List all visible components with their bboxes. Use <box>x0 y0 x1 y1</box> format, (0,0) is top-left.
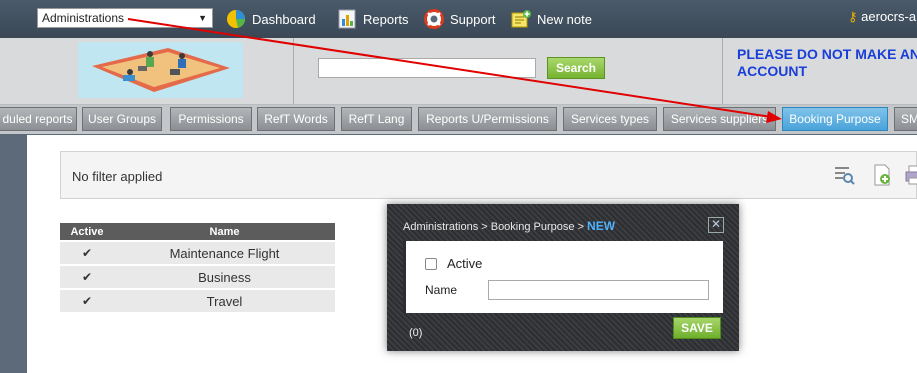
dialog-mode-label: NEW <box>587 219 616 233</box>
table-row[interactable]: ✔ Travel <box>60 290 335 312</box>
tab-booking-purpose[interactable]: Booking Purpose <box>782 107 888 131</box>
active-label: Active <box>447 256 483 271</box>
nav-new-note-label: New note <box>537 11 592 27</box>
active-check-icon: ✔ <box>60 242 114 264</box>
nav-support-label: Support <box>450 11 496 27</box>
dialog-breadcrumb: Administrations > Booking Purpose > NEW <box>403 219 615 233</box>
search-button[interactable]: Search <box>547 57 605 79</box>
filter-status: No filter applied <box>72 169 163 184</box>
user-key-icon: ⚷ <box>848 9 858 24</box>
tab-sm[interactable]: SM <box>894 107 917 131</box>
nav-reports[interactable]: Reports <box>337 8 409 30</box>
tab-reft-lang[interactable]: RefT Lang <box>341 107 412 131</box>
filter-bar: No filter applied <box>60 151 917 199</box>
new-booking-purpose-dialog: Administrations > Booking Purpose > NEW … <box>387 204 739 351</box>
column-header-active[interactable]: Active <box>60 223 114 240</box>
nav-reports-label: Reports <box>363 11 409 27</box>
dialog-form: Active Name <box>403 241 723 313</box>
user-menu[interactable]: ⚷ aerocrs-a <box>848 9 916 25</box>
nav-dashboard[interactable]: Dashboard <box>226 8 316 30</box>
table-row[interactable]: ✔ Maintenance Flight <box>60 242 335 264</box>
top-bar: Administrations ▼ Dashboard Reports Supp… <box>0 0 917 38</box>
close-icon[interactable]: ✕ <box>708 217 724 233</box>
table-row[interactable]: ✔ Business <box>60 266 335 288</box>
record-count: (0) <box>409 327 423 339</box>
nav-new-note[interactable]: New note <box>511 8 592 30</box>
logo-illustration <box>78 42 243 98</box>
new-note-icon <box>511 10 531 28</box>
booking-purpose-table: Active Name ✔ Maintenance Flight ✔ Busin… <box>60 221 335 314</box>
nav-support[interactable]: Support <box>424 8 496 30</box>
print-icon[interactable] <box>904 164 917 186</box>
active-check-icon: ✔ <box>60 266 114 288</box>
nav-dashboard-label: Dashboard <box>252 11 316 27</box>
search-list-icon[interactable] <box>833 164 855 186</box>
active-check-icon: ✔ <box>60 290 114 312</box>
row-name: Business <box>114 266 335 288</box>
save-button[interactable]: SAVE <box>673 317 721 339</box>
tab-reft-words[interactable]: RefT Words <box>257 107 335 131</box>
admin-tab-bar: duled reports User Groups Permissions Re… <box>0 105 917 134</box>
search-input[interactable] <box>318 58 536 78</box>
tab-services-types[interactable]: Services types <box>563 107 657 131</box>
column-header-name[interactable]: Name <box>114 223 335 240</box>
user-name: aerocrs-a <box>861 9 917 24</box>
header-band: Search PLEASE DO NOT MAKE ANY ACCOUNT <box>0 38 917 105</box>
dropdown-arrow-icon: ▼ <box>198 13 207 23</box>
tab-reports-u-permissions[interactable]: Reports U/Permissions <box>418 107 557 131</box>
row-name: Travel <box>114 290 335 312</box>
header-divider <box>722 38 723 104</box>
name-field[interactable] <box>488 280 709 300</box>
tab-scheduled-reports[interactable]: duled reports <box>0 107 77 131</box>
name-label: Name <box>425 283 458 297</box>
tab-permissions[interactable]: Permissions <box>170 107 252 131</box>
reports-chart-icon <box>338 9 356 29</box>
dashboard-pie-icon <box>227 10 246 28</box>
tab-services-suppliers[interactable]: Services suppliers <box>663 107 776 131</box>
add-document-icon[interactable] <box>871 164 893 186</box>
support-lifebuoy-icon <box>424 9 444 29</box>
row-name: Maintenance Flight <box>114 242 335 264</box>
notice-line-2: ACCOUNT <box>737 63 807 79</box>
module-select-value: Administrations <box>42 11 125 25</box>
module-select[interactable]: Administrations ▼ <box>37 8 213 28</box>
header-divider <box>293 38 294 104</box>
active-checkbox[interactable] <box>425 258 437 270</box>
tab-user-groups[interactable]: User Groups <box>82 107 162 131</box>
account-notice: PLEASE DO NOT MAKE ANY ACCOUNT <box>737 46 917 80</box>
dialog-breadcrumb-path: Administrations > Booking Purpose > <box>403 221 588 233</box>
dialog-body-edge <box>403 241 406 313</box>
notice-line-1: PLEASE DO NOT MAKE ANY <box>737 46 917 62</box>
